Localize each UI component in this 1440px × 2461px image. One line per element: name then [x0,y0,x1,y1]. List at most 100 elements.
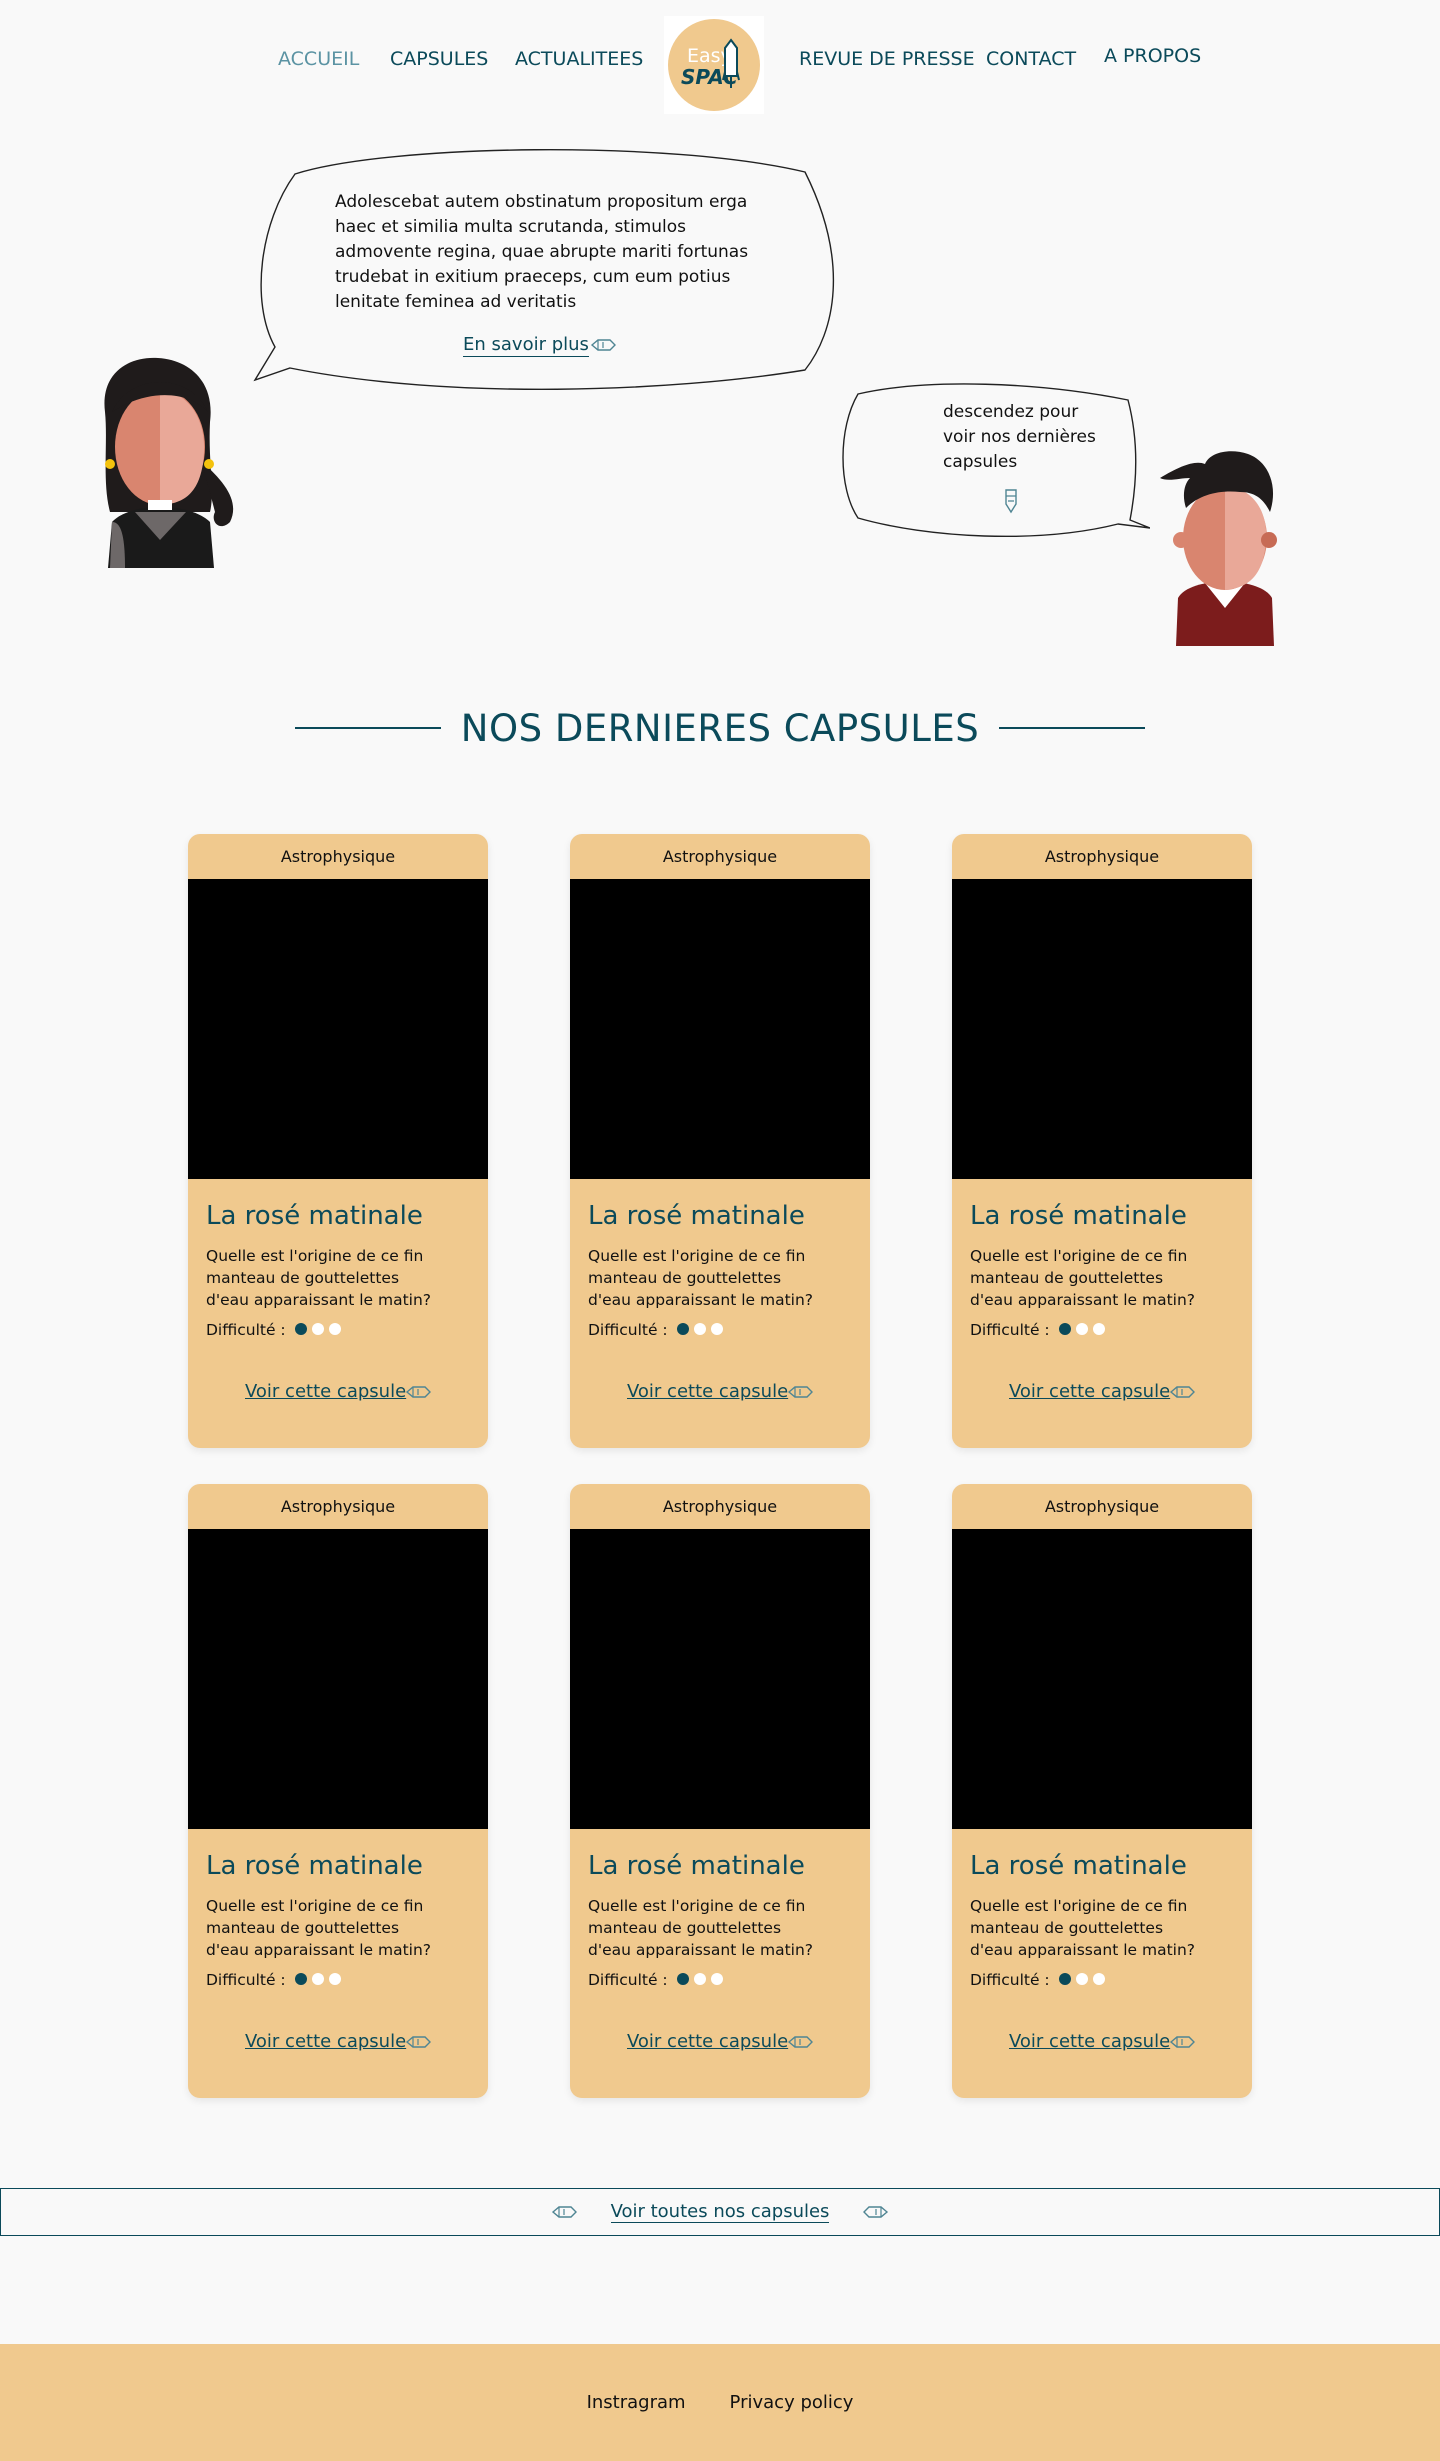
learn-more-link[interactable]: En savoir plus [463,334,589,357]
difficulty-dot-filled [294,1323,307,1335]
nav-capsules[interactable]: CAPSULES [390,48,488,70]
difficulty-dot-filled [1058,1973,1071,1985]
difficulty-dot-empty [328,1323,341,1335]
difficulty-dot-empty [1075,1323,1088,1335]
card-video[interactable] [952,879,1252,1179]
view-capsule-link[interactable]: Voir cette capsule [245,1381,406,1402]
difficulty-dot-empty [710,1323,723,1335]
capsule-card[interactable]: Astrophysique La rosé matinale Quelle es… [188,1484,488,2098]
rocket-right-icon [405,1386,431,1398]
nav-contact[interactable]: CONTACT [986,48,1076,70]
scroll-speech-bubble: descendez pour voir nos dernières capsul… [838,378,1150,540]
card-description: Quelle est l'origine de ce fin manteau d… [206,1247,432,1309]
rocket-right-icon [1169,1386,1195,1398]
difficulty-dot-empty [328,1973,341,1985]
card-video[interactable] [952,1529,1252,1829]
difficulty-dot-empty [693,1323,706,1335]
footer-privacy-link[interactable]: Privacy policy [730,2392,854,2413]
capsule-card[interactable]: Astrophysique La rosé matinale Quelle es… [952,1484,1252,2098]
card-video[interactable] [570,1529,870,1829]
rocket-right-icon [787,2036,813,2048]
capsule-card[interactable]: Astrophysique La rosé matinale Quelle es… [188,834,488,1448]
logo[interactable]: Easy SPAC [664,16,764,114]
card-category: Astrophysique [1044,847,1160,866]
nav-actualitees[interactable]: ACTUALITEES [515,48,643,70]
heading-line-left [294,727,441,729]
card-title: La rosé matinale [588,1201,805,1231]
difficulty-dot-filled [676,1973,689,1985]
card-category: Astrophysique [280,847,396,866]
hero-speech-bubble: Adolescebat autem obstinatum propositum … [250,142,840,402]
card-video[interactable] [188,879,488,1179]
card-description: Quelle est l'origine de ce fin manteau d… [588,1897,814,1959]
logo-icon: Easy SPAC [668,19,760,111]
difficulty-dot-empty [1075,1973,1088,1985]
nav-accueil[interactable]: ACCUEIL [278,48,359,70]
card-video[interactable] [570,879,870,1179]
heading-line-right [999,727,1146,729]
view-capsule-link[interactable]: Voir cette capsule [627,1381,788,1402]
difficulty-dots [672,1321,723,1339]
difficulty-dots [290,1971,341,1989]
view-all-bar: Voir toutes nos capsules [0,2188,1440,2236]
rocket-down-icon [1005,489,1017,514]
difficulty-dot-empty [1092,1973,1105,1985]
latest-capsules-heading: NOS DERNIERES CAPSULES [0,700,1440,756]
difficulty-label: Difficulté : [206,1971,286,1989]
card-video[interactable] [188,1529,488,1829]
capsule-card[interactable]: Astrophysique La rosé matinale Quelle es… [952,834,1252,1448]
card-title: La rosé matinale [970,1851,1187,1881]
card-difficulty: Difficulté : [206,1971,470,1989]
difficulty-dot-empty [693,1973,706,1985]
section-title: NOS DERNIERES CAPSULES [460,706,980,750]
main-nav: ACCUEIL CAPSULES ACTUALITEES Easy SPAC R… [0,0,1440,120]
card-description: Quelle est l'origine de ce fin manteau d… [588,1247,814,1309]
card-body: La rosé matinale Quelle est l'origine de… [570,1179,870,1448]
capsule-card[interactable]: Astrophysique La rosé matinale Quelle es… [570,834,870,1448]
footer: Instragram Privacy policy [0,2344,1440,2461]
rocket-right-icon [1169,2036,1195,2048]
view-capsule-link[interactable]: Voir cette capsule [1009,2031,1170,2052]
card-body: La rosé matinale Quelle est l'origine de… [188,1179,488,1448]
difficulty-dots [1054,1971,1105,1989]
difficulty-dot-empty [311,1323,324,1335]
card-title: La rosé matinale [206,1851,423,1881]
scroll-text: descendez pour voir nos dernières capsul… [943,402,1096,472]
view-capsule-link[interactable]: Voir cette capsule [1009,1381,1170,1402]
view-all-capsules-link[interactable]: Voir toutes nos capsules [610,2201,830,2223]
nav-revue-de-presse[interactable]: REVUE DE PRESSE [799,48,975,70]
card-category: Astrophysique [662,1497,778,1516]
rocket-right-icon [405,2036,431,2048]
rocket-right-icon [787,1386,813,1398]
card-difficulty: Difficulté : [588,1321,852,1339]
difficulty-label: Difficulté : [588,1971,668,1989]
woman-avatar-icon [104,357,234,568]
difficulty-dots [1054,1321,1105,1339]
view-capsule-link[interactable]: Voir cette capsule [627,2031,788,2052]
capsule-card[interactable]: Astrophysique La rosé matinale Quelle es… [570,1484,870,2098]
nav-a-propos[interactable]: A PROPOS [1104,45,1201,67]
difficulty-label: Difficulté : [970,1971,1050,1989]
difficulty-dot-filled [294,1973,307,1985]
card-difficulty: Difficulté : [588,1971,852,1989]
difficulty-dot-empty [710,1973,723,1985]
view-capsule-link[interactable]: Voir cette capsule [245,2031,406,2052]
man-avatar-icon [1160,451,1277,646]
difficulty-dot-empty [1092,1323,1105,1335]
difficulty-dots [672,1971,723,1989]
card-category: Astrophysique [662,847,778,866]
footer-instagram-link[interactable]: Instragram [587,2392,686,2413]
difficulty-dot-filled [676,1323,689,1335]
difficulty-dot-filled [1058,1323,1071,1335]
difficulty-label: Difficulté : [970,1321,1050,1339]
rocket-left-icon [863,2206,889,2218]
card-body: La rosé matinale Quelle est l'origine de… [188,1829,488,2098]
difficulty-label: Difficulté : [588,1321,668,1339]
woman-avatar [90,352,240,572]
card-description: Quelle est l'origine de ce fin manteau d… [970,1247,1196,1309]
man-avatar [1160,448,1290,650]
card-title: La rosé matinale [206,1201,423,1231]
hero-text: Adolescebat autem obstinatum propositum … [335,192,749,312]
card-description: Quelle est l'origine de ce fin manteau d… [970,1897,1196,1959]
rocket-right-icon [551,2206,577,2218]
